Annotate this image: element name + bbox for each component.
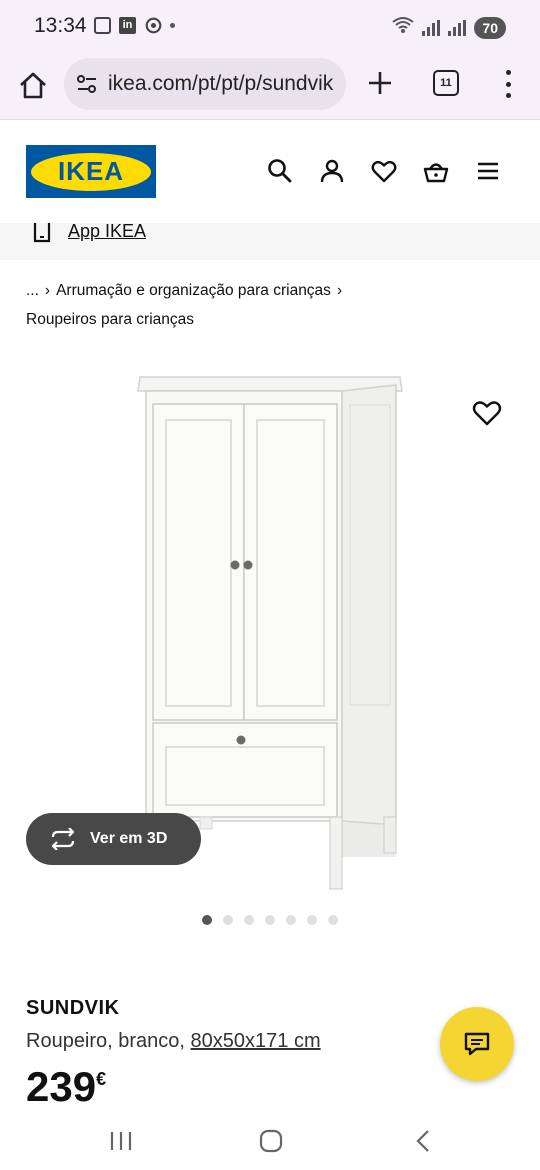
plus-icon xyxy=(369,72,391,94)
price-currency: € xyxy=(96,1069,107,1089)
ikea-logo[interactable]: IKEA xyxy=(26,145,156,198)
signal-icon xyxy=(422,19,441,36)
product-name: SUNDVIK xyxy=(26,997,120,1019)
carousel-indicator xyxy=(202,915,338,925)
product-description: Roupeiro, branco, 80x50x171 cm xyxy=(26,1030,321,1053)
status-notifications: in xyxy=(94,16,175,34)
app-ikea-link[interactable]: App IKEA xyxy=(68,223,146,242)
chat-button[interactable] xyxy=(440,1007,514,1081)
more-notifications-icon xyxy=(170,22,175,28)
header-actions xyxy=(266,157,502,185)
home-icon xyxy=(20,72,46,99)
carousel-dot[interactable] xyxy=(307,915,317,925)
status-time: 13:34 xyxy=(34,14,87,37)
phone-icon xyxy=(33,223,51,243)
chrome-icon xyxy=(144,16,162,34)
browser-menu-button[interactable] xyxy=(500,70,516,98)
heart-icon[interactable] xyxy=(370,157,398,185)
site-header: IKEA xyxy=(0,121,540,223)
product-price: 239€ xyxy=(26,1063,106,1111)
search-icon[interactable] xyxy=(266,157,294,185)
view-in-3d-button[interactable]: Ver em 3D xyxy=(26,813,201,865)
chevron-right-icon: › xyxy=(44,282,51,299)
logo-text: IKEA xyxy=(57,156,125,186)
status-bar: 13:34 in 70 xyxy=(0,0,540,54)
screenshot-icon xyxy=(94,16,111,34)
basket-icon[interactable] xyxy=(422,157,450,185)
address-bar[interactable]: ikea.com/pt/pt/p/sundvik xyxy=(64,58,346,110)
breadcrumb: ... › Arrumação e organização para criança… xyxy=(26,276,506,334)
heart-icon xyxy=(472,401,502,426)
hamburger-menu-icon[interactable] xyxy=(474,157,502,185)
price-value: 239 xyxy=(26,1063,97,1110)
carousel-dot[interactable] xyxy=(265,915,275,925)
view-in-3d-label: Ver em 3D xyxy=(90,830,168,847)
linkedin-icon: in xyxy=(119,16,136,34)
carousel-dot[interactable] xyxy=(328,915,338,925)
chat-icon xyxy=(464,1032,490,1056)
wifi-icon xyxy=(392,16,415,39)
carousel-dot[interactable] xyxy=(286,915,296,925)
new-tab-button[interactable] xyxy=(364,67,396,99)
site-settings-icon[interactable] xyxy=(74,71,100,97)
home-button[interactable] xyxy=(16,69,50,103)
url-text[interactable]: ikea.com/pt/pt/p/sundvik xyxy=(108,72,333,96)
carousel-dot[interactable] xyxy=(223,915,233,925)
signal-icon xyxy=(448,19,467,36)
app-banner: App IKEA xyxy=(0,223,540,260)
add-to-wishlist-button[interactable] xyxy=(470,396,504,430)
chevron-right-icon: › xyxy=(336,282,343,299)
carousel-dot[interactable] xyxy=(202,915,212,925)
battery-indicator: 70 xyxy=(474,16,506,39)
back-icon[interactable] xyxy=(410,1128,438,1154)
status-system: 70 xyxy=(392,16,506,39)
rotate-3d-icon xyxy=(51,828,75,850)
recent-apps-icon[interactable] xyxy=(107,1128,135,1154)
product-type: Roupeiro, branco, xyxy=(26,1030,185,1052)
tab-switcher-button[interactable]: 11 xyxy=(433,70,459,96)
breadcrumb-ellipsis[interactable]: ... xyxy=(26,282,39,299)
system-navigation-bar xyxy=(0,1112,540,1170)
user-icon[interactable] xyxy=(318,157,346,185)
browser-toolbar: ikea.com/pt/pt/p/sundvik 11 xyxy=(0,54,540,120)
breadcrumb-item[interactable]: Roupeiros para crianças xyxy=(26,311,194,328)
carousel-dot[interactable] xyxy=(244,915,254,925)
home-nav-icon[interactable] xyxy=(257,1128,285,1154)
product-size-link[interactable]: 80x50x171 cm xyxy=(191,1030,321,1052)
breadcrumb-item[interactable]: Arrumação e organização para crianças xyxy=(56,282,331,299)
